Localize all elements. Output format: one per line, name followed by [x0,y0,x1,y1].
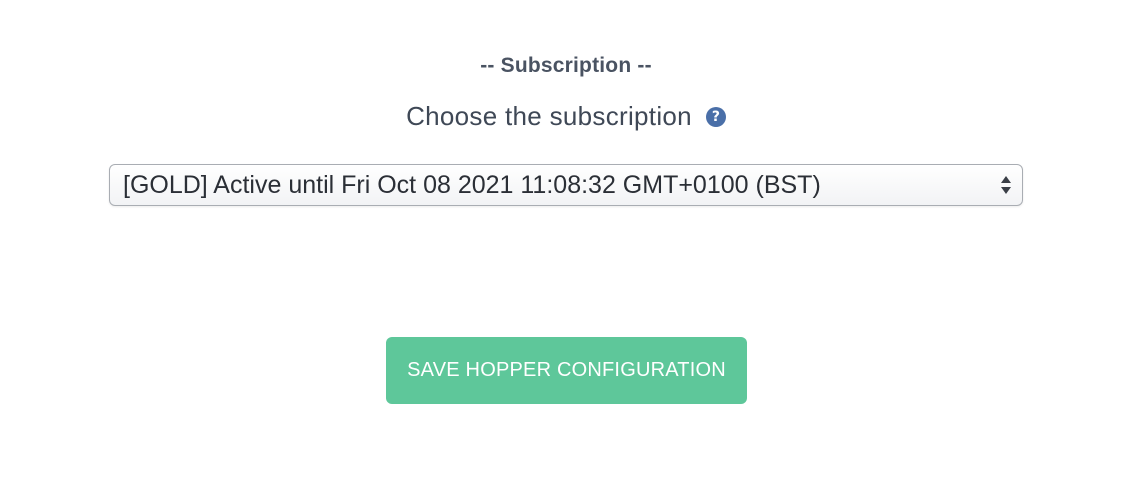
help-icon[interactable]: ? [705,107,726,127]
subscription-label: Choose the subscription [406,101,692,131]
section-title: -- Subscription -- [480,54,652,77]
subscription-select-value: [GOLD] Active until Fri Oct 08 2021 11:0… [123,170,821,199]
save-hopper-configuration-button[interactable]: SAVE HOPPER CONFIGURATION [386,337,747,404]
select-arrows-icon [1000,173,1012,197]
subscription-select[interactable]: [GOLD] Active until Fri Oct 08 2021 11:0… [109,164,1023,206]
subscription-label-row: Choose the subscription ? [0,101,1122,132]
